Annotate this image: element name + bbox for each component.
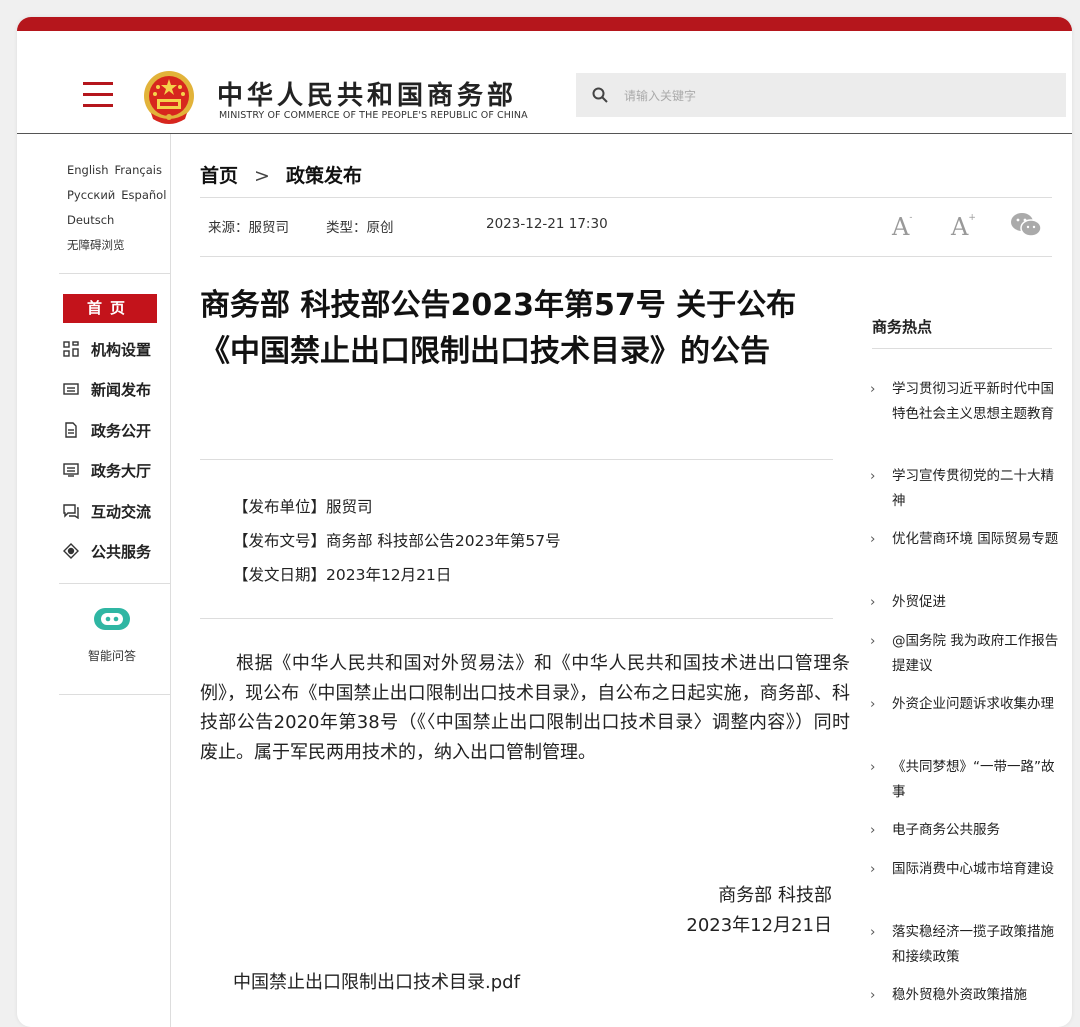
nav-item-service[interactable]: 公共服务 <box>63 539 151 563</box>
hot-topics-title: 商务热点 <box>872 318 933 336</box>
breadcrumb: 首页 > 政策发布 <box>200 161 362 188</box>
nav-item-label: 新闻发布 <box>91 380 152 399</box>
page-card: 中华人民共和国商务部 MINISTRY OF COMMERCE OF THE P… <box>17 17 1072 1027</box>
hot-topic-item[interactable]: › 《共同梦想》“一带一路”故事 <box>870 755 1060 804</box>
divider <box>200 256 1052 257</box>
divider <box>59 694 170 695</box>
hot-topic-item[interactable]: › 学习宣传贯彻党的二十大精神 <box>870 464 1060 513</box>
divider <box>200 459 833 460</box>
chevron-right-icon: › <box>870 594 876 610</box>
attachment-link[interactable]: 中国禁止出口限制出口技术目录.pdf <box>233 968 520 994</box>
doc-number-field: 【发布文号】商务部 科技部公告2023年第57号 <box>233 532 561 550</box>
nav-item-label: 机构设置 <box>91 340 152 359</box>
search-input[interactable] <box>622 73 1046 119</box>
accessible-browse-link[interactable]: 无障碍浏览 <box>67 238 125 252</box>
chevron-right-icon: › <box>870 822 876 838</box>
signature-org: 商务部 科技部 <box>718 885 832 906</box>
meta-type: 类型：原创 <box>326 220 394 236</box>
hot-topic-item[interactable]: › 学习贯彻习近平新时代中国特色社会主义思想主题教育 <box>870 377 1060 426</box>
font-increase-button[interactable]: A+ <box>951 213 976 241</box>
lang-russian[interactable]: Русский <box>67 188 115 202</box>
hot-topic-item[interactable]: › 稳外贸稳外资政策措施 <box>870 983 1060 1008</box>
hot-topic-item[interactable]: › 电子商务公共服务 <box>870 818 1060 843</box>
site-header: 中华人民共和国商务部 MINISTRY OF COMMERCE OF THE P… <box>17 31 1072 134</box>
ai-label: 智能问答 <box>87 649 136 663</box>
nav-item-label: 政务大厅 <box>91 461 152 480</box>
chevron-right-icon: › <box>870 381 876 397</box>
nav-item-label: 政务公开 <box>91 421 152 440</box>
hot-topic-item[interactable]: › 优化营商环境 国际贸易专题 <box>870 527 1060 552</box>
org-grid-icon <box>63 341 79 357</box>
nav-item-interaction[interactable]: 互动交流 <box>63 499 151 523</box>
chevron-right-icon: › <box>870 633 876 649</box>
national-emblem-icon <box>144 71 194 124</box>
nav-item-affairs[interactable]: 政务公开 <box>63 418 151 442</box>
site-name-english: MINISTRY OF COMMERCE OF THE PEOPLE'S REP… <box>219 110 528 121</box>
meta-datetime: 2023-12-21 17:30 <box>486 216 608 232</box>
left-sidebar: English Français Русский Español Deutsch 无… <box>17 134 171 1027</box>
news-icon <box>63 383 79 395</box>
nav-item-org[interactable]: 机构设置 <box>63 337 151 361</box>
divider <box>59 273 170 274</box>
article-body: 根据《中华人民共和国对外贸易法》和《中华人民共和国技术进出口管理条例》，现公布《… <box>200 653 850 763</box>
chat-icon <box>63 504 79 519</box>
publisher-field: 【发布单位】服贸司 <box>233 498 373 516</box>
chevron-right-icon: › <box>870 696 876 712</box>
hot-topic-item[interactable]: › 外资企业问题诉求收集办理 <box>870 692 1060 717</box>
lang-french[interactable]: Français <box>115 163 162 177</box>
issue-date-field: 【发文日期】2023年12月21日 <box>233 566 452 584</box>
nav-item-news[interactable]: 新闻发布 <box>63 377 151 401</box>
chevron-right-icon: › <box>870 924 876 940</box>
lang-english[interactable]: English <box>67 163 109 177</box>
nav-item-label: 公共服务 <box>91 542 152 561</box>
lang-german[interactable]: Deutsch <box>67 213 114 227</box>
nav-item-label: 互动交流 <box>91 502 152 521</box>
font-decrease-button[interactable]: A- <box>892 213 912 241</box>
divider <box>200 618 833 619</box>
hot-topic-item[interactable]: › @国务院 我为政府工作报告提建议 <box>870 629 1060 678</box>
chevron-right-icon: › <box>870 531 876 547</box>
meta-source: 来源：服贸司 <box>208 220 289 236</box>
document-icon <box>65 422 77 438</box>
ai-assistant[interactable]: 智能问答 <box>87 604 137 664</box>
nav-home-button[interactable]: 首页 <box>63 294 157 323</box>
search-icon[interactable] <box>592 87 608 103</box>
breadcrumb-current[interactable]: 政策发布 <box>286 165 362 187</box>
service-icon <box>63 543 79 559</box>
language-links: English Français Русский Español Deutsch 无… <box>67 158 172 258</box>
divider <box>200 197 1052 198</box>
hot-topic-item[interactable]: › 外贸促进 <box>870 590 1060 615</box>
chevron-right-icon: › <box>870 861 876 877</box>
nav-item-hall[interactable]: 政务大厅 <box>63 458 151 482</box>
hot-topic-item[interactable]: › 落实稳经济一揽子政策措施和接续政策 <box>870 920 1060 969</box>
top-red-bar <box>17 17 1072 31</box>
site-name: 中华人民共和国商务部 <box>217 81 518 111</box>
breadcrumb-home[interactable]: 首页 <box>200 165 238 187</box>
divider <box>872 348 1052 349</box>
menu-icon[interactable] <box>83 82 113 108</box>
signature-date: 2023年12月21日 <box>686 915 832 936</box>
chevron-right-icon: › <box>870 987 876 1003</box>
breadcrumb-separator: > <box>254 165 270 187</box>
search-box <box>576 73 1066 119</box>
robot-icon <box>94 608 130 630</box>
chevron-right-icon: › <box>870 759 876 775</box>
lang-spanish[interactable]: Español <box>121 188 166 202</box>
divider <box>59 583 170 584</box>
hot-topic-item[interactable]: › 国际消费中心城市培育建设 <box>870 857 1060 882</box>
chevron-right-icon: › <box>870 468 876 484</box>
hall-icon <box>63 463 79 477</box>
wechat-share-icon[interactable] <box>1010 211 1042 239</box>
article-title: 商务部 科技部公告2023年第57号 关于公布《中国禁止出口限制出口技术目录》的… <box>200 288 797 369</box>
